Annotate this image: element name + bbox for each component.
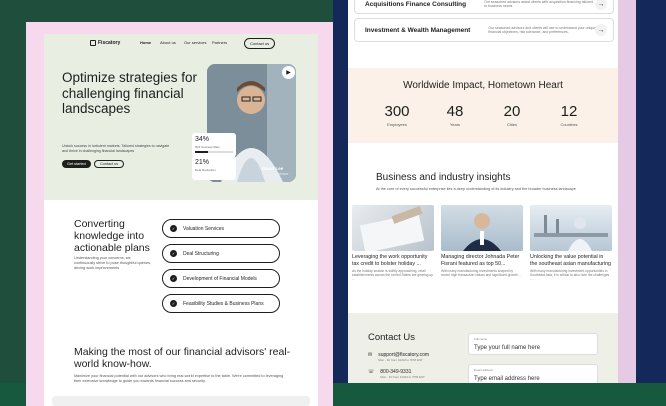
advisor-role: Financial Advisor [262, 172, 289, 176]
service-card-investment[interactable]: Investment & Wealth Management Our seaso… [354, 18, 614, 42]
nav-about[interactable]: About us [160, 40, 176, 45]
service-pill-models[interactable]: ✓ Development of Financial Models [162, 269, 280, 288]
arrow-right-icon[interactable]: → [595, 24, 607, 36]
insight-card[interactable]: Leveraging the work opportunity tax cred… [352, 205, 434, 281]
impact-title: Worldwide Impact, Hometown Heart [403, 80, 563, 91]
make-most-title: Making the most of our financial advisor… [74, 346, 291, 370]
service-desc: Our seasoned advisors assist clients wit… [484, 0, 594, 8]
insight-title: Managing director Johnada Peter Fisrani … [441, 254, 520, 267]
metric-bar [195, 151, 233, 153]
contact-email-row: ✉ support@fiscatory.com Mon - Fri from 10… [368, 352, 430, 362]
insight-image [441, 205, 523, 251]
insight-card[interactable]: Unlocking the value potential in the sou… [530, 205, 612, 281]
service-card-acquisitions[interactable]: Acquisitions Finance Consulting Our seas… [354, 0, 614, 14]
service-title: Investment & Wealth Management [365, 26, 471, 34]
contact-title: Contact Us [368, 332, 415, 343]
play-icon[interactable]: ▶ [282, 66, 295, 79]
insight-desc: With many manufacturing investments shap… [441, 269, 522, 277]
service-pill-deal[interactable]: ✓ Deal Structuring [162, 244, 280, 263]
nav-services[interactable]: Our services [184, 40, 206, 45]
insight-image [352, 205, 434, 251]
bottom-bar [52, 396, 310, 406]
stat-countries: 12 Countries [560, 103, 578, 127]
nav-partners[interactable]: Partners [212, 40, 227, 45]
full-name-field[interactable]: Full name Type your full name here [468, 333, 598, 355]
contact-section: Contact Us ✉ support@fiscatory.com Mon - … [348, 313, 618, 386]
top-nav: Home About us Our services Partners Cont… [44, 34, 318, 52]
insights-title: Business and industry insights [376, 172, 511, 183]
insight-desc: With many manufacturing investment oppor… [530, 269, 610, 281]
stat-cities: 20 Cities [503, 103, 521, 127]
insights-subtitle: At the core of every successful enterpri… [376, 187, 576, 191]
service-pill-valuation[interactable]: ✓ Valuation Services [162, 219, 280, 238]
metric-roi: 34% ROI Success Rate [192, 133, 236, 157]
advisor-name: David Lee [262, 166, 284, 171]
service-pill-feasibility[interactable]: ✓ Feasibility Studies & Business Plans [162, 294, 280, 313]
convert-title: Converting knowledge into actionable pla… [74, 218, 150, 254]
hero-contact-button[interactable]: Contact us [94, 160, 125, 168]
lab-worker-image [534, 215, 608, 251]
service-desc: Our seasoned advisors and clients will u… [488, 25, 597, 35]
check-icon: ✓ [170, 275, 177, 282]
make-most-subtitle: Maximize your financial potential with o… [74, 374, 284, 383]
insight-image [530, 205, 612, 251]
check-icon: ✓ [170, 300, 177, 307]
convert-subtitle: Understanding your concerns, we continuo… [74, 256, 152, 270]
service-title: Acquisitions Finance Consulting [365, 0, 467, 8]
stat-employees: 300 Employees [384, 103, 410, 127]
get-started-button[interactable]: Get started [62, 160, 91, 168]
nav-contact-button[interactable]: Contact us [244, 38, 276, 49]
metric-debt: 21% Debt Reduction [192, 156, 236, 180]
stat-years: 48 Years [446, 103, 464, 127]
insight-desc: As the holiday season is swiftly approac… [352, 269, 434, 281]
right-page-edge [618, 0, 636, 384]
hero-title: Optimize strategies for challenging fina… [62, 70, 198, 116]
impact-section: Worldwide Impact, Hometown Heart 300 Emp… [348, 68, 618, 143]
insight-title: Leveraging the work opportunity tax cred… [352, 254, 428, 267]
arrow-right-icon[interactable]: → [595, 0, 607, 10]
contact-phone-row: ☏ 800-349-9331 Mon - Fri from 10AM to 7PM… [368, 369, 425, 379]
check-icon: ✓ [170, 250, 177, 257]
nav-home[interactable]: Home [140, 40, 151, 45]
phone-icon: ☏ [368, 369, 375, 375]
man-portrait-image [463, 213, 501, 251]
check-icon: ✓ [170, 225, 177, 232]
hand-writing-image [359, 206, 425, 251]
insight-card[interactable]: Managing director Johnada Peter Fisrani … [441, 205, 523, 277]
insight-title: Unlocking the value potential in the sou… [530, 254, 611, 267]
hero-subtitle: Unlock success in turbulent markets. Tai… [62, 144, 170, 153]
mail-icon: ✉ [368, 352, 373, 358]
